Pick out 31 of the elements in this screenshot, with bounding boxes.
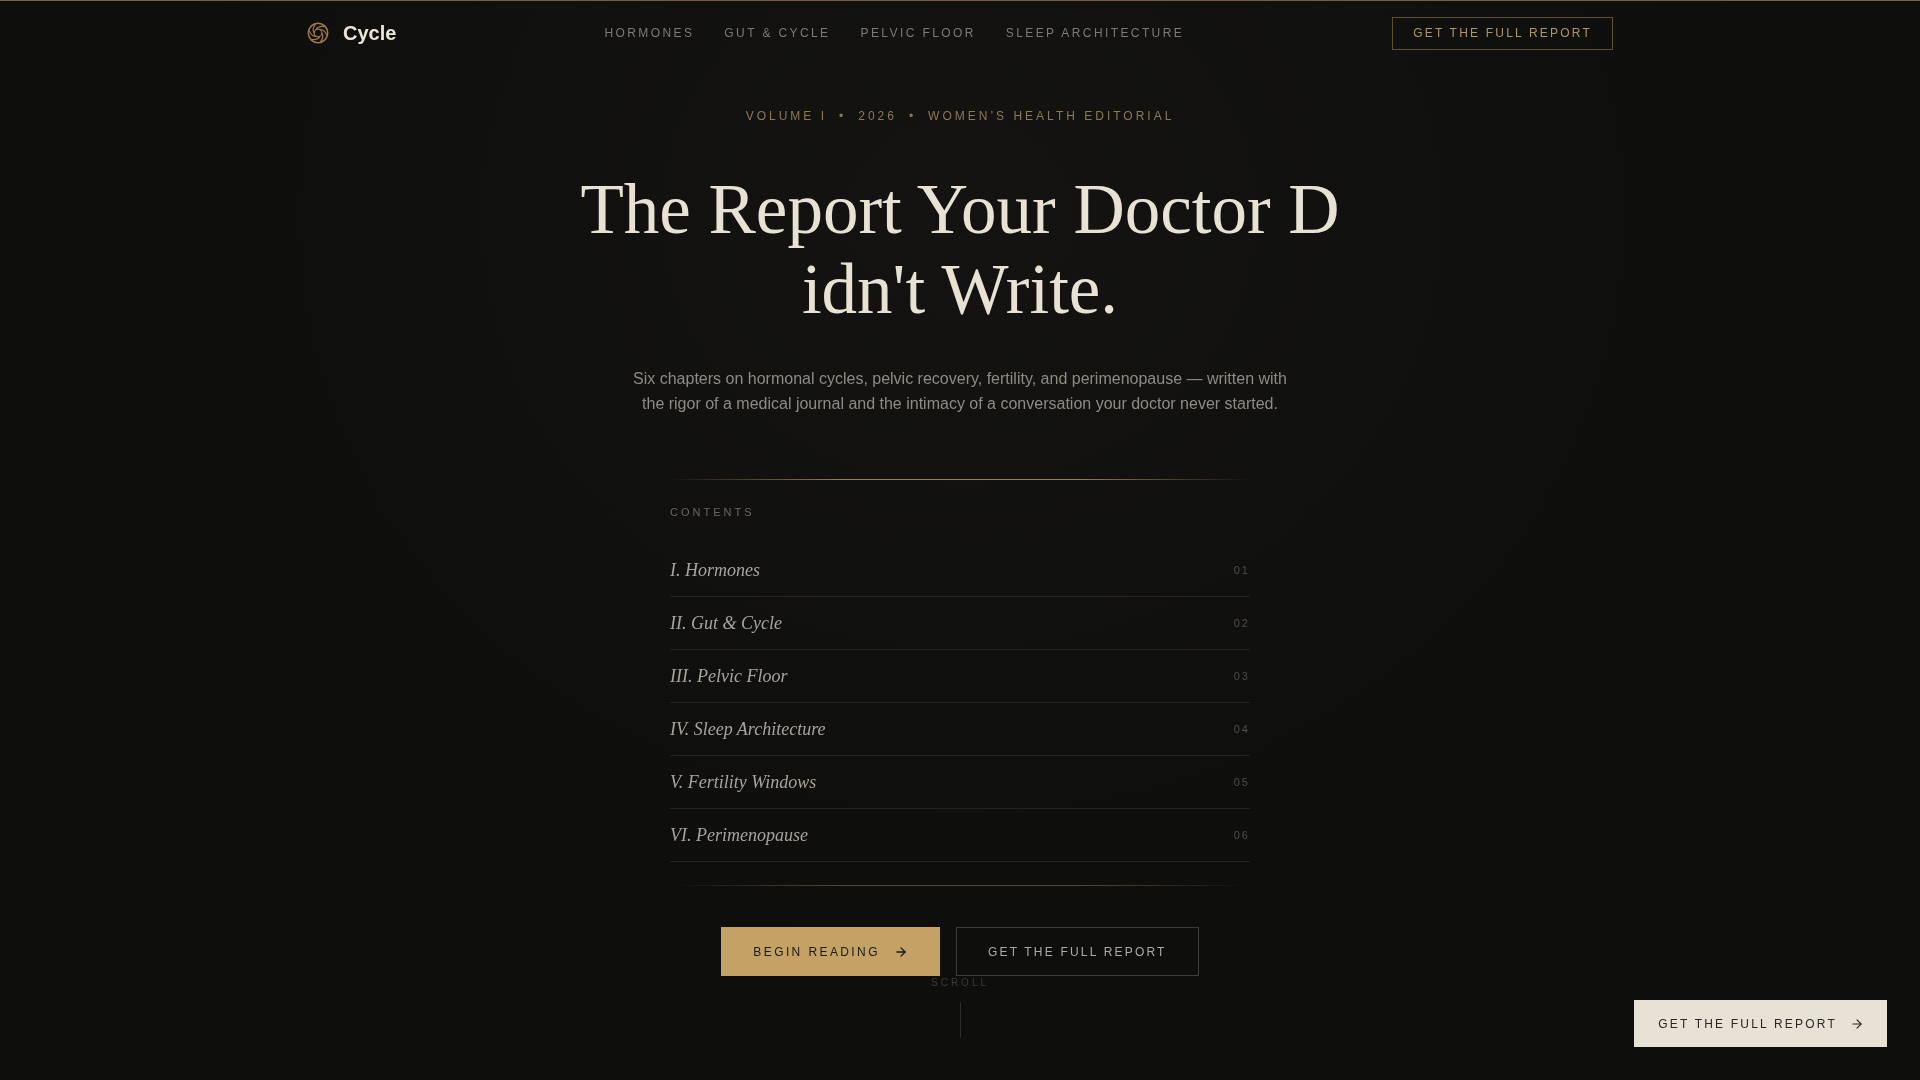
chapter-number: 03 [1233, 670, 1250, 682]
hero-subtitle: Six chapters on hormonal cycles, pelvic recovery, fertility, and perimenopause — written with the rigor of a medical journal and the intimacy of a conversation your doctor never started. [632, 369, 1288, 414]
chapter-link[interactable]: VI. Perimenopause [670, 824, 808, 846]
eyebrow-text: WOMEN’S HEALTH EDITORIAL [928, 109, 1175, 124]
eyebrow-separator: • [839, 109, 847, 124]
nav-link[interactable]: GUT & CYCLE [724, 26, 831, 40]
report-button[interactable]: GET THE FULL REPORT [1392, 16, 1613, 50]
chapter-link[interactable]: V. Fertility Windows [670, 771, 817, 793]
eyebrow-text: VOLUME I [745, 109, 827, 124]
chapter-number: 06 [1233, 829, 1250, 841]
chapter-link[interactable]: III. Pelvic Floor [670, 665, 788, 687]
chapter-number: 05 [1233, 776, 1250, 788]
aperture-logo-icon [307, 22, 329, 44]
brand-name: Cycle [343, 21, 397, 45]
arrow-right-icon [893, 944, 908, 959]
chapter-link[interactable]: I. Hormones [670, 559, 760, 581]
contents-label: CONTENTS [670, 505, 756, 519]
begin-reading-button[interactable]: BEGIN READING [721, 927, 940, 976]
floating-report-button[interactable]: GET THE FULL REPORT [1634, 1000, 1887, 1047]
chapter-link[interactable]: IV. Sleep Architecture [670, 718, 826, 740]
scroll-indicator-line [959, 1002, 961, 1038]
eyebrow-text: 2026 [858, 109, 897, 124]
report-button[interactable]: GET THE FULL REPORT [955, 927, 1199, 976]
chapter-number: 04 [1233, 723, 1250, 735]
chapter-link[interactable]: II. Gut & Cycle [670, 612, 782, 634]
eyebrow-separator: • [908, 109, 917, 124]
nav-link[interactable]: SLEEP ARCHITECTURE [1005, 26, 1185, 40]
chapter-number: 02 [1233, 617, 1250, 629]
nav-link[interactable]: HORMONES [604, 26, 695, 40]
nav-link[interactable]: PELVIC FLOOR [860, 26, 976, 40]
hero-title: The Report Your Doctor Didn't Write. [579, 169, 1341, 329]
